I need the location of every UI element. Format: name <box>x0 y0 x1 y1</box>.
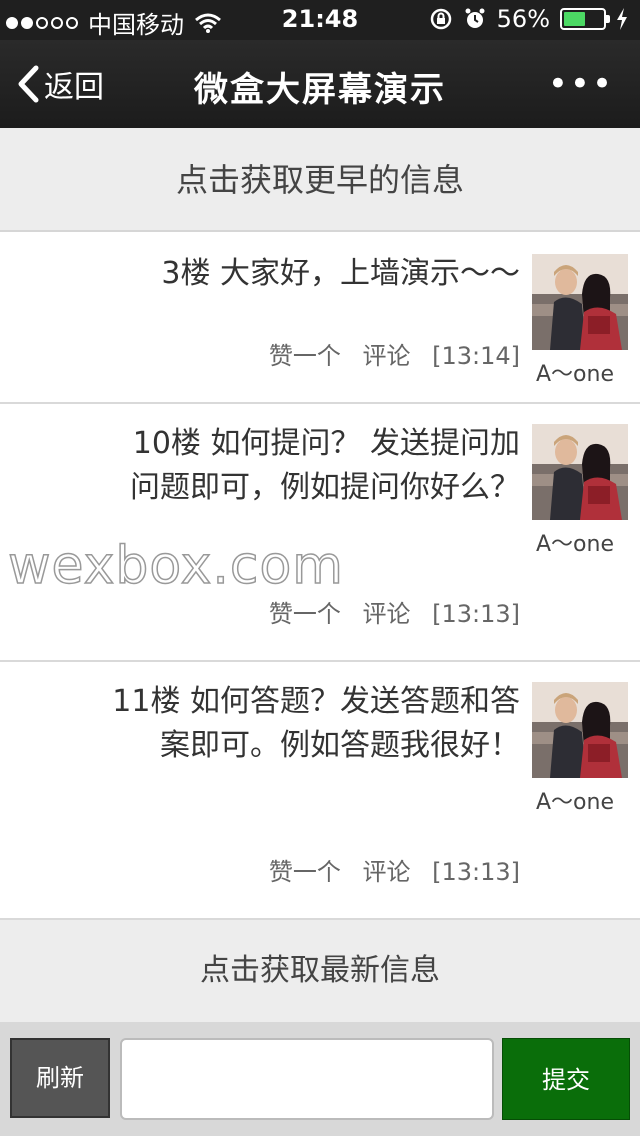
comment-link[interactable]: 评论 <box>362 858 410 886</box>
load-newest-button[interactable]: 点击获取最新信息 <box>0 920 640 1022</box>
message-text: 10楼 如何提问？ 发送提问加问题即可，例如提问你好么？ <box>130 426 520 505</box>
list-item: 3楼 大家好，上墙演示～～ 赞一个 评论 [13:14] A～one <box>0 234 640 404</box>
battery-icon <box>560 8 610 30</box>
rotation-lock-icon <box>430 8 451 30</box>
status-right: 56% <box>429 5 628 33</box>
navigation-bar: 返回 微盒大屏幕演示 ••• <box>0 40 640 128</box>
more-menu-button[interactable]: ••• <box>548 64 614 104</box>
load-earlier-button[interactable]: 点击获取更早的信息 <box>0 128 640 232</box>
refresh-button[interactable]: 刷新 <box>10 1038 110 1118</box>
bottom-toolbar: 刷新 提交 <box>0 1022 640 1136</box>
avatar[interactable] <box>532 682 628 778</box>
message-meta: 赞一个 评论 [13:13] <box>255 594 520 629</box>
message-meta: 赞一个 评论 [13:14] <box>255 336 520 371</box>
author-name: A～one <box>536 790 614 815</box>
like-link[interactable]: 赞一个 <box>269 600 341 628</box>
like-link[interactable]: 赞一个 <box>269 858 341 886</box>
alarm-icon <box>465 8 485 28</box>
battery-percent: 56% <box>496 5 550 33</box>
page-title: 微盒大屏幕演示 <box>194 70 446 110</box>
battery-fill <box>564 12 585 26</box>
message-input[interactable] <box>120 1038 494 1120</box>
comment-link[interactable]: 评论 <box>362 342 410 370</box>
message-time: [13:13] <box>432 858 520 886</box>
status-bar: 中国移动 21:48 56% <box>0 0 640 40</box>
avatar[interactable] <box>532 424 628 520</box>
message-time: [13:13] <box>432 600 520 628</box>
author-name: A～one <box>536 362 614 387</box>
watermark: wexbox.com <box>7 535 344 597</box>
submit-button[interactable]: 提交 <box>502 1038 630 1120</box>
list-item: 10楼 如何提问？ 发送提问加问题即可，例如提问你好么？ 赞一个 评论 [13:… <box>0 404 640 662</box>
avatar[interactable] <box>532 254 628 350</box>
message-text: 3楼 大家好，上墙演示～～ <box>161 256 520 291</box>
message-meta: 赞一个 评论 [13:13] <box>255 852 520 887</box>
comment-link[interactable]: 评论 <box>362 600 410 628</box>
like-link[interactable]: 赞一个 <box>269 342 341 370</box>
message-time: [13:14] <box>432 342 520 370</box>
message-text: 11楼 如何答题？发送答题和答案即可。例如答题我很好！ <box>112 684 520 763</box>
charging-icon <box>617 8 627 30</box>
author-name: A～one <box>536 532 614 557</box>
list-item: 11楼 如何答题？发送答题和答案即可。例如答题我很好！ 赞一个 评论 [13:1… <box>0 662 640 920</box>
